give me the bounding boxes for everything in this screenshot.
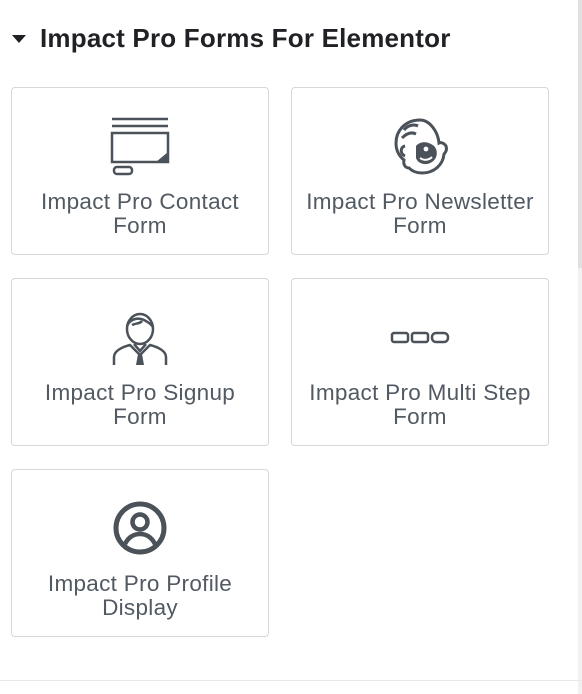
section-header[interactable]: Impact Pro Forms For Elementor: [12, 18, 451, 58]
widget-card-profile-display[interactable]: Impact Pro Profile Display: [11, 469, 269, 637]
widget-card-newsletter-form[interactable]: Impact Pro Newsletter Form: [291, 87, 549, 255]
mailchimp-icon: [390, 116, 450, 176]
section-title: Impact Pro Forms For Elementor: [40, 22, 451, 53]
widget-label: Impact Pro Contact Form: [41, 189, 239, 238]
scrollbar[interactable]: [578, 0, 582, 694]
contact-form-icon: [110, 116, 170, 176]
divider: [0, 680, 582, 681]
user-signup-icon: [110, 307, 170, 367]
widget-label: Impact Pro Newsletter Form: [306, 189, 534, 238]
widget-label: Impact Pro Multi Step Form: [309, 380, 531, 429]
scrollbar-thumb[interactable]: [578, 0, 582, 268]
widget-card-multi-step-form[interactable]: Impact Pro Multi Step Form: [291, 278, 549, 446]
multi-step-icon: [390, 307, 450, 367]
profile-icon: [110, 498, 170, 558]
widgets-panel: Impact Pro Forms For Elementor Impact Pr…: [0, 0, 582, 694]
widget-card-signup-form[interactable]: Impact Pro Signup Form: [11, 278, 269, 446]
widget-card-contact-form[interactable]: Impact Pro Contact Form: [11, 87, 269, 255]
caret-down-icon[interactable]: [12, 35, 26, 43]
widget-label: Impact Pro Profile Display: [47, 571, 233, 620]
widget-label: Impact Pro Signup Form: [44, 380, 236, 429]
